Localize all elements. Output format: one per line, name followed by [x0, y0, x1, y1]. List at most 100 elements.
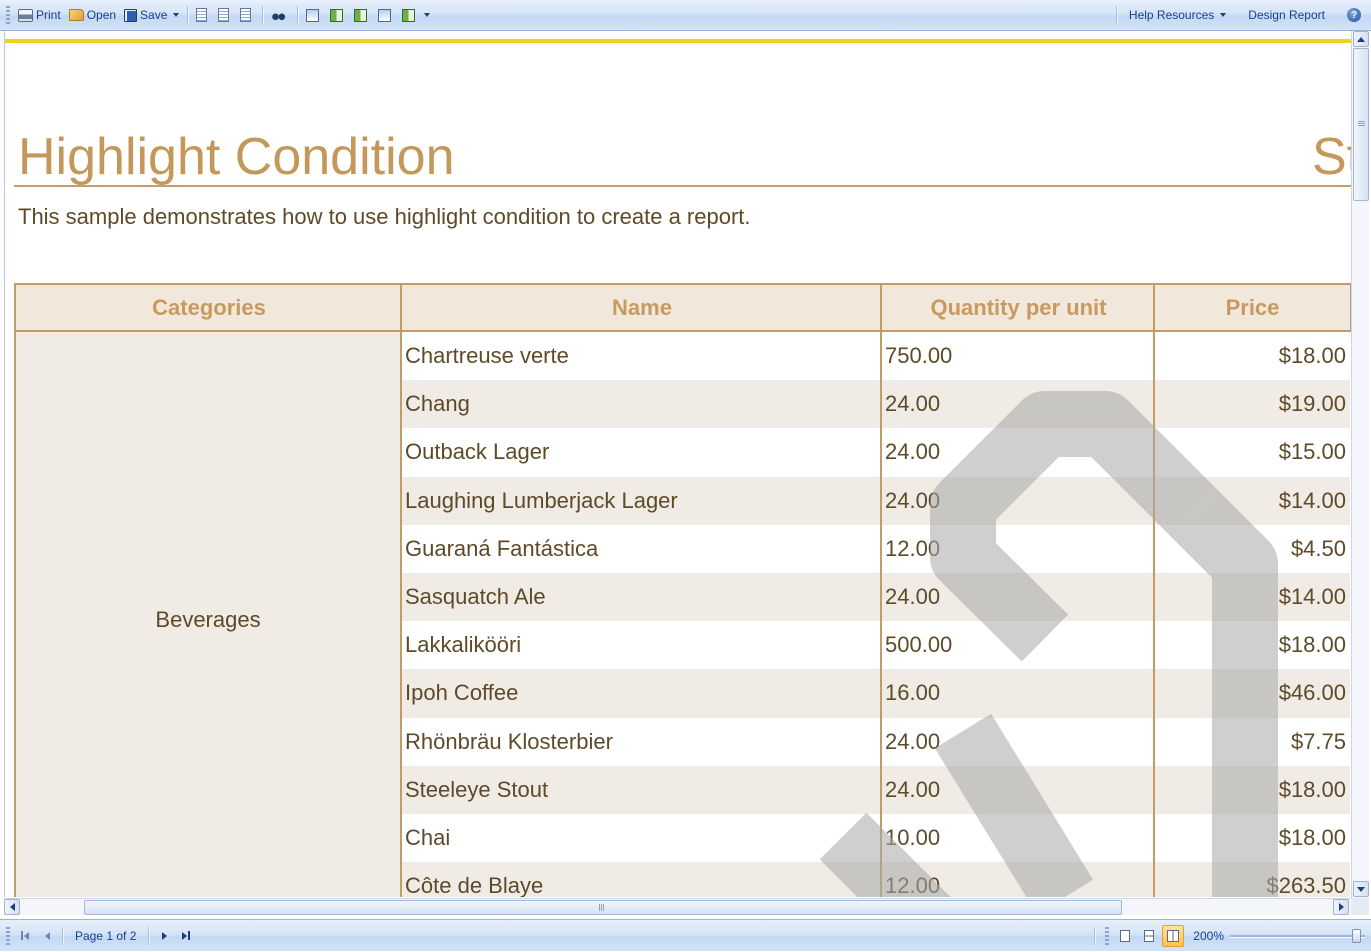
first-page-button[interactable]	[14, 925, 36, 947]
continuous-page-icon	[1144, 929, 1155, 942]
column-divider	[880, 332, 882, 897]
table-row: Guaraná Fantástica 12.00 $4.50	[402, 525, 1350, 573]
page-setup-icon	[402, 8, 416, 22]
bookmarks-button[interactable]	[192, 4, 214, 26]
open-label: Open	[86, 8, 117, 22]
report-title-right-partial: St	[1312, 128, 1351, 186]
category-label: Beverages	[155, 607, 261, 632]
first-page-icon	[21, 931, 29, 940]
statusbar-grip[interactable]	[1105, 926, 1110, 945]
horizontal-scrollbar[interactable]	[4, 898, 1351, 915]
toolbar-separator	[262, 6, 264, 24]
quantity-cell: 16.00	[885, 680, 941, 706]
next-page-button[interactable]	[153, 925, 175, 947]
table-row: Lakkalikööri 500.00 $18.00	[402, 621, 1350, 669]
vertical-scrollbar[interactable]	[1351, 31, 1369, 898]
scroll-right-button[interactable]	[1333, 899, 1349, 915]
editor-button[interactable]	[326, 4, 350, 26]
help-resources-button[interactable]: Help Resources	[1121, 4, 1234, 26]
single-page-view-button[interactable]	[302, 4, 326, 26]
previous-page-button[interactable]	[36, 925, 58, 947]
price-cell: $14.00	[1278, 487, 1346, 513]
statusbar-separator	[62, 926, 63, 945]
send-email-button[interactable]	[374, 4, 398, 26]
product-name-cell: Sasquatch Ale	[405, 584, 546, 609]
next-page-icon	[161, 931, 167, 940]
zoom-slider[interactable]	[1230, 928, 1365, 944]
scroll-down-button[interactable]	[1353, 881, 1369, 897]
envelope-icon	[378, 8, 392, 22]
toolbar-grip[interactable]	[6, 6, 10, 24]
column-divider	[1153, 332, 1155, 897]
help-icon[interactable]: ?	[1347, 8, 1361, 22]
report-viewport: Highlight Condition St This sample demon…	[4, 31, 1351, 897]
product-name-cell: Chang	[405, 391, 470, 417]
vertical-scroll-thumb[interactable]	[1353, 48, 1369, 201]
quantity-cell: 12.00	[885, 535, 941, 561]
horizontal-scroll-thumb[interactable]	[84, 900, 1122, 915]
multiple-pages-icon	[1167, 929, 1180, 942]
chevron-down-icon	[173, 13, 180, 17]
printer-icon	[18, 8, 33, 22]
statusbar-separator	[1094, 926, 1096, 945]
chevron-down-icon	[424, 13, 431, 17]
table-row: Chai 10.00 $18.00	[402, 814, 1350, 862]
parameters-icon	[218, 8, 230, 22]
scrollbar-corner	[1351, 898, 1369, 915]
column-header-name: Name	[400, 283, 882, 332]
thumbnails-button[interactable]	[236, 4, 258, 26]
quantity-cell: 24.00	[885, 439, 941, 465]
column-header-categories: Categories	[14, 283, 402, 332]
table-row: Sasquatch Ale 24.00 $14.00	[402, 573, 1350, 622]
help-resources-label: Help Resources	[1128, 8, 1215, 22]
print-button[interactable]: Print	[14, 4, 65, 26]
single-page-icon	[1120, 929, 1131, 942]
arrow-up-icon	[1357, 36, 1365, 42]
open-button[interactable]: Open	[65, 4, 120, 26]
report-title: Highlight Condition	[18, 128, 455, 186]
price-cell: $7.75	[1290, 728, 1346, 754]
quantity-cell: 24.00	[885, 728, 941, 754]
export-button[interactable]	[350, 4, 374, 26]
folder-open-icon	[68, 9, 84, 21]
table-row: Chang 24.00 $19.00	[402, 380, 1350, 429]
view-mode-single-page-button[interactable]	[1114, 925, 1136, 947]
zoom-slider-knob[interactable]	[1352, 928, 1361, 943]
quantity-cell: 500.00	[885, 632, 953, 658]
table-row: Steeleye Stout 24.00 $18.00	[402, 765, 1350, 814]
page-setup-button[interactable]	[398, 4, 434, 26]
scroll-up-button[interactable]	[1353, 31, 1369, 47]
parameters-button[interactable]	[214, 4, 236, 26]
price-cell: $18.00	[1278, 632, 1346, 658]
view-mode-multiple-pages-button[interactable]	[1162, 924, 1185, 947]
last-page-button[interactable]	[175, 925, 197, 947]
header-yellow-rule	[5, 39, 1351, 43]
statusbar-separator	[148, 926, 150, 945]
arrow-right-icon	[1338, 903, 1344, 911]
save-button[interactable]: Save	[120, 4, 183, 26]
print-label: Print	[36, 8, 61, 22]
quantity-cell: 750.00	[885, 343, 953, 368]
design-report-label: Design Report	[1248, 8, 1325, 22]
product-name-cell: Chai	[405, 825, 451, 850]
editor-icon	[330, 8, 344, 22]
arrow-down-icon	[1357, 886, 1365, 892]
find-button[interactable]	[267, 4, 293, 26]
price-cell: $263.50	[1266, 873, 1346, 897]
price-cell: $46.00	[1278, 680, 1346, 706]
table-row: Ipoh Coffee 16.00 $46.00	[402, 669, 1350, 718]
table-row: Rhönbräu Klosterbier 24.00 $7.75	[402, 718, 1350, 766]
product-name-cell: Lakkalikööri	[405, 632, 522, 658]
zoom-level: 200%	[1193, 928, 1224, 943]
design-report-button[interactable]: Design Report	[1234, 4, 1339, 26]
scroll-left-button[interactable]	[4, 899, 20, 915]
price-cell: $18.00	[1278, 776, 1346, 802]
price-cell: $18.00	[1278, 343, 1346, 368]
save-label: Save	[140, 8, 168, 22]
statusbar-grip[interactable]	[6, 926, 10, 945]
thumbnails-icon	[240, 8, 252, 22]
quantity-cell: 24.00	[885, 391, 941, 417]
quantity-cell: 10.00	[885, 825, 941, 850]
product-name-cell: Laughing Lumberjack Lager	[405, 487, 678, 513]
view-mode-continuous-button[interactable]	[1138, 925, 1160, 947]
